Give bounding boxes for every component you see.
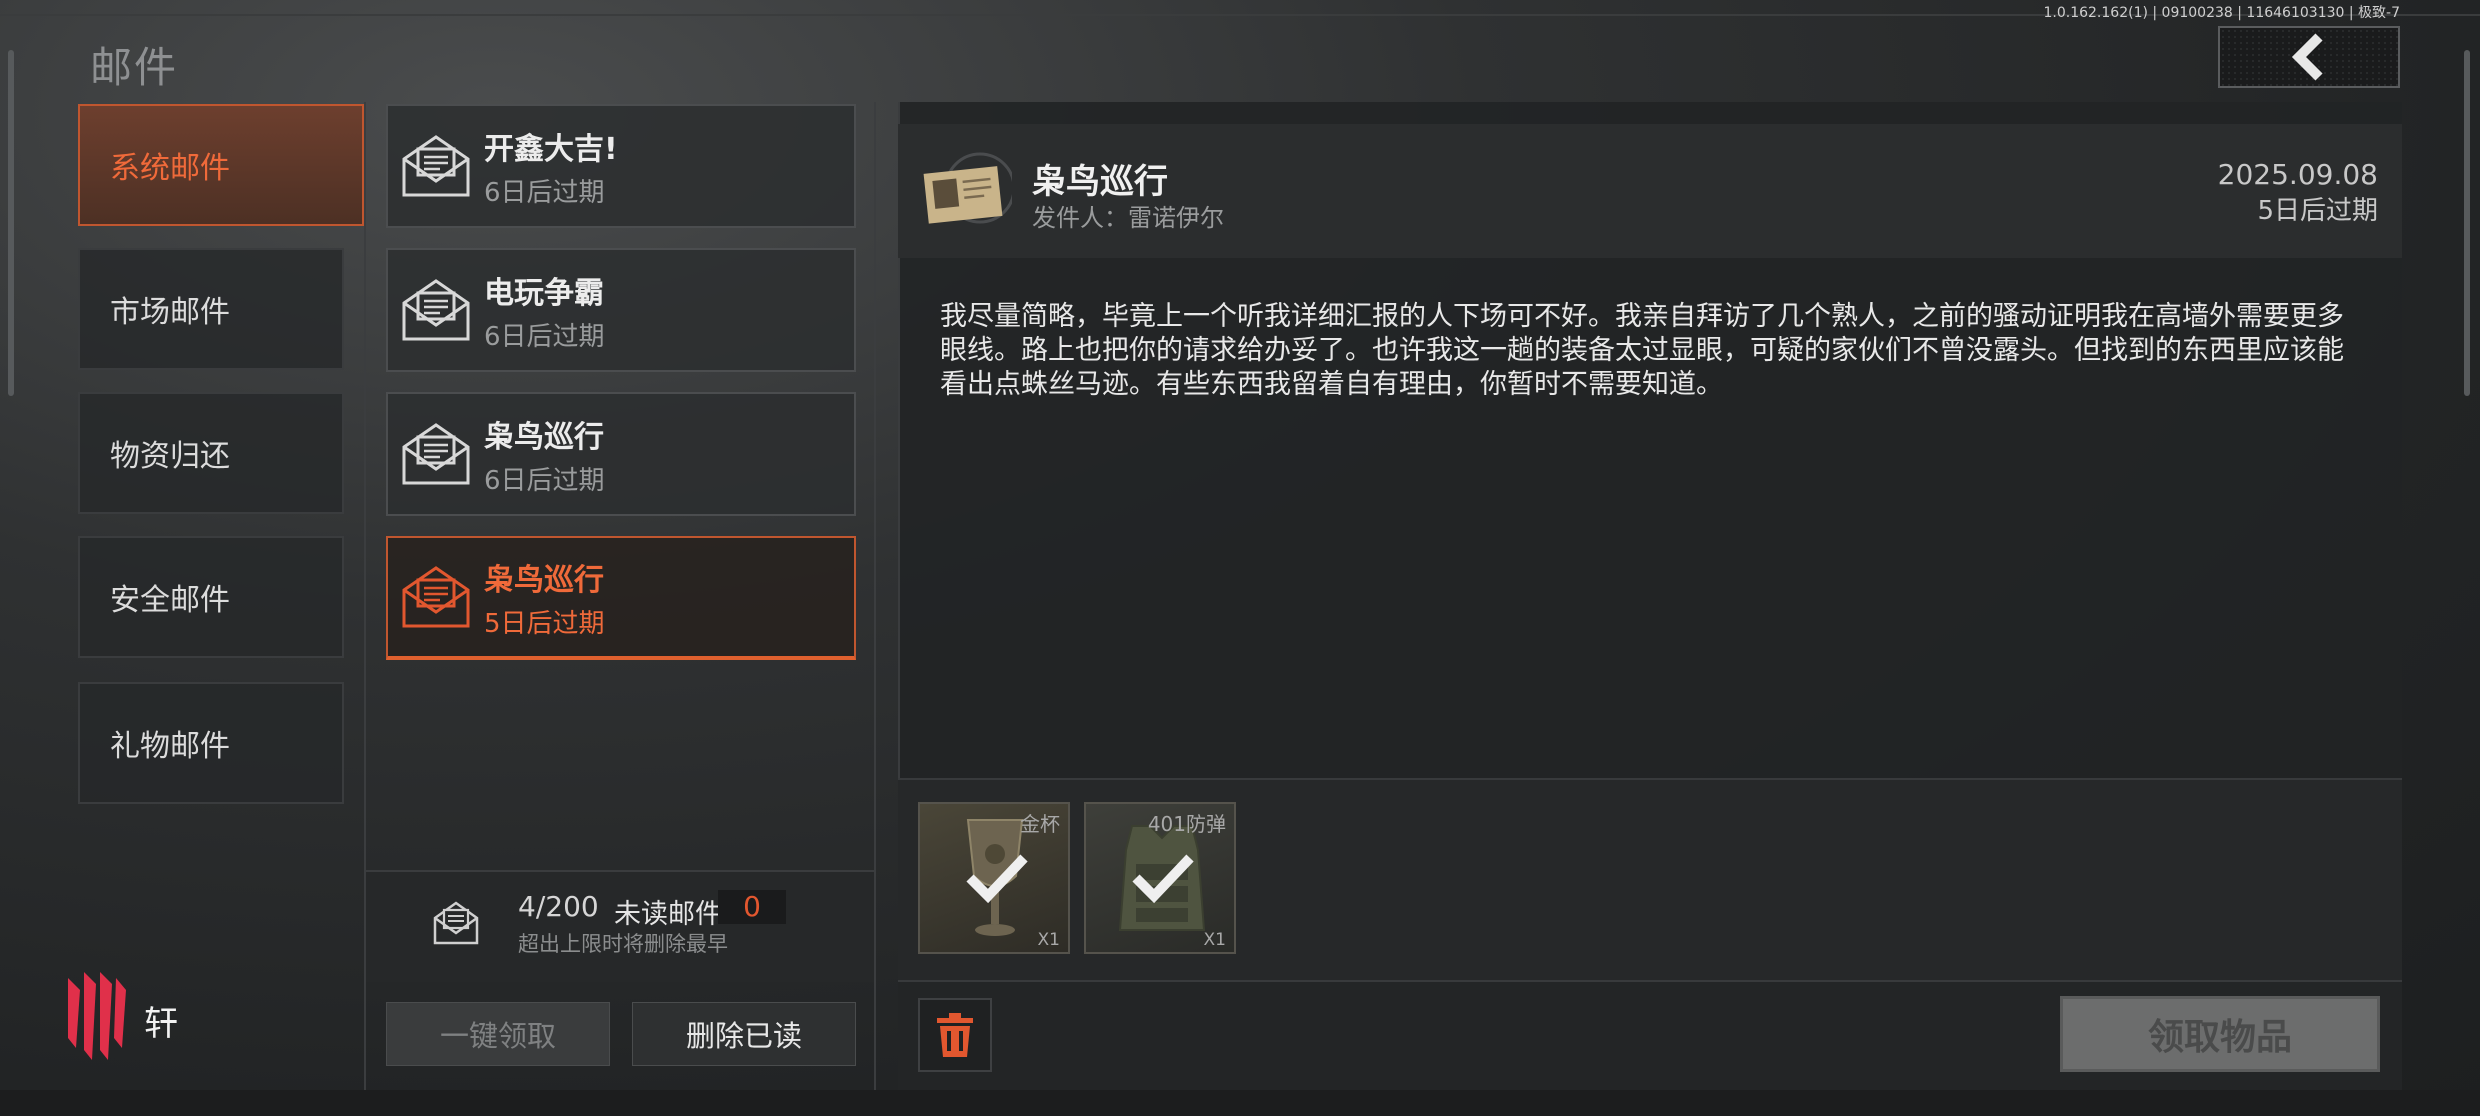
bottom-strip <box>0 1090 2480 1116</box>
mail-title: 枭鸟巡行 <box>484 419 604 455</box>
brand-name: 轩 <box>144 1004 178 1044</box>
mail-title: 开鑫大吉! <box>484 131 618 167</box>
check-icon <box>966 854 1028 904</box>
mail-expiry: 5日后过期 <box>2257 196 2378 226</box>
mail-expiry: 6日后过期 <box>484 177 605 208</box>
delete-mail-button[interactable] <box>918 998 992 1072</box>
attachment-item[interactable]: 401防弹 X1 <box>1084 802 1236 954</box>
category-label: 安全邮件 <box>110 583 230 618</box>
category-security-mail[interactable]: 安全邮件 <box>78 536 344 658</box>
overflow-note: 超出上限时将删除最早 <box>518 932 728 956</box>
back-button[interactable] <box>2218 26 2400 88</box>
mailbox-envelope-icon <box>433 901 479 945</box>
attachment-qty: X1 <box>1037 930 1060 950</box>
mail-expiry: 5日后过期 <box>484 608 605 639</box>
mail-item[interactable]: 开鑫大吉! 6日后过期 <box>386 104 856 228</box>
unread-count: 0 <box>718 890 786 924</box>
mail-expiry: 6日后过期 <box>484 321 605 352</box>
mail-item-selected[interactable]: 枭鸟巡行 5日后过期 <box>386 536 856 660</box>
category-supply-return[interactable]: 物资归还 <box>78 392 344 514</box>
redmagic-logo-icon <box>68 972 126 1060</box>
envelope-icon <box>402 423 470 485</box>
left-scrollbar[interactable] <box>8 50 14 396</box>
attachment-name: 金杯 <box>1020 812 1060 836</box>
mail-body: 我尽量简略，毕竟上一个听我详细汇报的人下场可不好。我亲自拜访了几个熟人，之前的骚… <box>940 301 2344 400</box>
mail-detail-title: 枭鸟巡行 <box>1032 162 1168 202</box>
mail-expiry: 6日后过期 <box>484 465 605 496</box>
page-title: 邮件 <box>90 43 179 92</box>
claim-all-button[interactable]: 一键领取 <box>386 1002 610 1066</box>
chevron-left-icon <box>2291 33 2323 81</box>
delete-read-button[interactable]: 删除已读 <box>632 1002 856 1066</box>
envelope-icon <box>402 279 470 341</box>
mail-sender: 发件人：雷诺伊尔 <box>1032 204 1224 232</box>
category-system-mail[interactable]: 系统邮件 <box>78 104 364 226</box>
envelope-icon <box>402 566 470 628</box>
category-label: 系统邮件 <box>110 151 230 186</box>
category-label: 物资归还 <box>110 439 230 474</box>
claim-items-button[interactable]: 领取物品 <box>2060 996 2380 1072</box>
attachment-name: 401防弹 <box>1147 812 1226 836</box>
version-info: 1.0.162.162(1) | 09100238 | 11646103130 … <box>2043 5 2401 21</box>
attachment-item[interactable]: 金杯 X1 <box>918 802 1070 954</box>
category-label: 市场邮件 <box>110 295 230 330</box>
category-market-mail[interactable]: 市场邮件 <box>78 248 344 370</box>
mail-title: 电玩争霸 <box>484 275 604 311</box>
mail-title: 枭鸟巡行 <box>484 562 604 598</box>
check-icon <box>1132 854 1194 904</box>
right-scrollbar[interactable] <box>2464 50 2470 396</box>
mail-item[interactable]: 枭鸟巡行 6日后过期 <box>386 392 856 516</box>
mail-count: 4/200 <box>518 890 599 923</box>
mail-item[interactable]: 电玩争霸 6日后过期 <box>386 248 856 372</box>
mail-date: 2025.09.08 <box>2217 158 2378 191</box>
column-divider <box>874 102 876 1090</box>
category-gift-mail[interactable]: 礼物邮件 <box>78 682 344 804</box>
sender-avatar-icon <box>923 152 1012 224</box>
unread-label: 未读邮件 <box>614 899 722 930</box>
trash-icon <box>937 1013 973 1057</box>
category-label: 礼物邮件 <box>110 729 230 764</box>
attachment-qty: X1 <box>1203 930 1226 950</box>
envelope-icon <box>402 135 470 197</box>
